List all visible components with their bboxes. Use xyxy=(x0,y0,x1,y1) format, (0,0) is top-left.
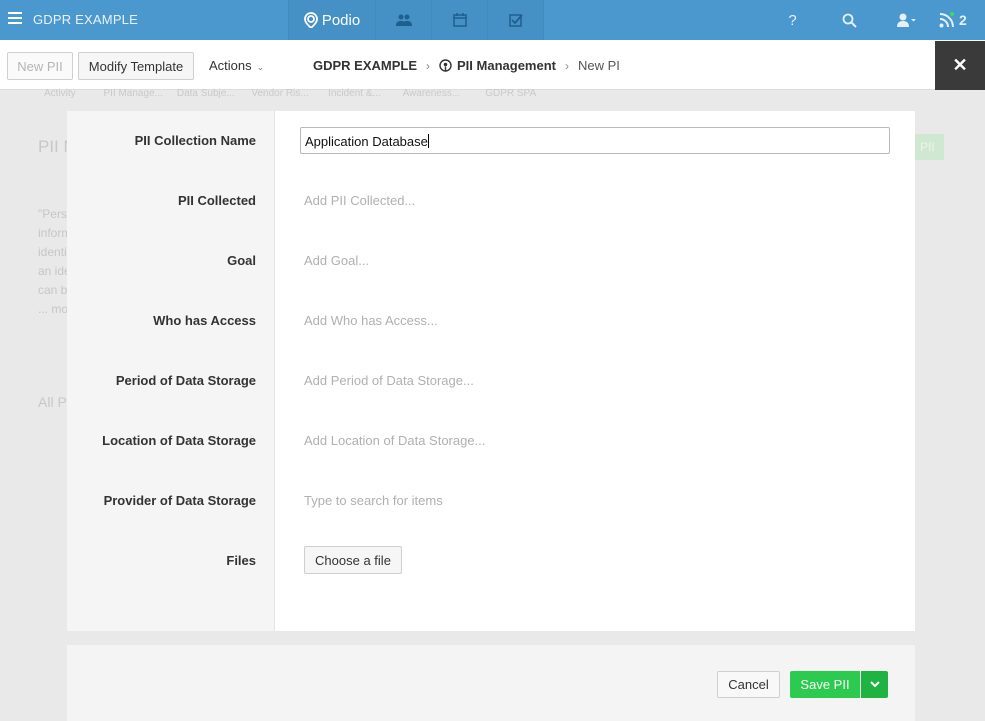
save-options-dropdown[interactable] xyxy=(861,671,888,698)
field-label: Period of Data Storage xyxy=(115,373,256,388)
help-button[interactable]: ? xyxy=(764,0,821,40)
podio-logo[interactable]: Podio xyxy=(288,0,376,40)
contacts-icon xyxy=(395,14,412,26)
who-has-access-input[interactable]: Add Who has Access... xyxy=(304,313,438,328)
label-column: PII Collection Name PII Collected Goal W… xyxy=(67,111,275,631)
pii-collection-name-value: Application Database xyxy=(305,134,428,149)
breadcrumb-app[interactable]: PII Management xyxy=(457,58,556,73)
background-tab: PII Manage... xyxy=(103,88,163,99)
new-pii-form: PII Collection Name PII Collected Goal W… xyxy=(67,111,915,631)
background-green-button: PII xyxy=(914,134,944,160)
tasks-check-icon xyxy=(508,14,523,27)
hamburger-menu-icon[interactable] xyxy=(8,12,22,26)
breadcrumb-workspace[interactable]: GDPR EXAMPLE xyxy=(313,58,417,73)
pii-collected-input[interactable]: Add PII Collected... xyxy=(304,193,415,208)
background-tab: Incident &... xyxy=(328,88,381,99)
center-nav: Podio xyxy=(288,0,544,40)
notifications-button[interactable]: 2 xyxy=(935,0,985,40)
modify-template-button[interactable]: Modify Template xyxy=(78,52,194,80)
user-icon xyxy=(896,13,916,27)
chevron-right-icon: › xyxy=(564,58,569,73)
app-toolbar: New PII Modify Template Actions ⌄ GDPR EX… xyxy=(0,40,985,90)
new-pii-button[interactable]: New PII xyxy=(7,52,73,80)
background-tab: Vendor Ris... xyxy=(251,88,309,99)
field-label: Files xyxy=(226,553,256,568)
calendar-icon xyxy=(452,13,467,27)
chevron-down-icon: ⌄ xyxy=(256,62,265,72)
chevron-right-icon: › xyxy=(426,58,431,73)
chevron-down-icon xyxy=(869,681,880,688)
field-label: Location of Data Storage xyxy=(102,433,256,448)
background-tab: Data Subje... xyxy=(176,88,235,99)
field-label: Goal xyxy=(227,253,256,268)
notifications-feed-icon xyxy=(939,12,954,28)
workspace-name[interactable]: GDPR EXAMPLE xyxy=(33,12,138,27)
actions-label: Actions xyxy=(209,58,252,73)
background-all-label: All P xyxy=(38,394,67,410)
location-of-data-storage-input[interactable]: Add Location of Data Storage... xyxy=(304,433,485,448)
background-tab: Activity xyxy=(44,88,76,99)
save-pii-button[interactable]: Save PII xyxy=(790,671,860,698)
background-tab: Awareness... xyxy=(402,88,461,99)
period-of-data-storage-input[interactable]: Add Period of Data Storage... xyxy=(304,373,474,388)
provider-search-input[interactable]: Type to search for items xyxy=(304,493,443,508)
podio-logo-icon xyxy=(303,12,318,28)
field-label: PII Collected xyxy=(177,193,256,208)
search-icon xyxy=(842,13,857,28)
form-footer: Cancel Save PII xyxy=(67,645,915,721)
app-icon xyxy=(439,59,452,72)
field-label: Who has Access xyxy=(153,313,256,328)
notification-count: 2 xyxy=(959,12,967,28)
text-caret xyxy=(427,134,429,148)
choose-file-button[interactable]: Choose a file xyxy=(304,546,402,574)
top-navigation-bar: GDPR EXAMPLE Podio ? 2 xyxy=(0,0,985,40)
help-icon: ? xyxy=(788,11,797,29)
actions-dropdown[interactable]: Actions ⌄ xyxy=(209,58,264,73)
field-label: Provider of Data Storage xyxy=(103,493,256,508)
logo-text: Podio xyxy=(321,11,361,29)
breadcrumb: GDPR EXAMPLE › PII Management › New PI xyxy=(313,58,620,73)
close-icon[interactable]: ✕ xyxy=(935,41,985,90)
field-label: PII Collection Name xyxy=(134,133,256,148)
user-menu-button[interactable] xyxy=(878,0,935,40)
pii-collection-name-input[interactable]: Application Database xyxy=(300,127,890,154)
cancel-button[interactable]: Cancel xyxy=(717,671,780,698)
background-tab: GDPR SPA xyxy=(485,88,537,99)
goal-input[interactable]: Add Goal... xyxy=(304,253,369,268)
topbar-right: ? 2 xyxy=(764,0,985,40)
breadcrumb-current: New PI xyxy=(577,58,620,73)
background-tabs: Activity PII Manage... Data Subje... Ven… xyxy=(44,88,536,99)
calendar-button[interactable] xyxy=(432,0,488,40)
tasks-button[interactable] xyxy=(488,0,544,40)
contacts-button[interactable] xyxy=(376,0,432,40)
search-button[interactable] xyxy=(821,0,878,40)
